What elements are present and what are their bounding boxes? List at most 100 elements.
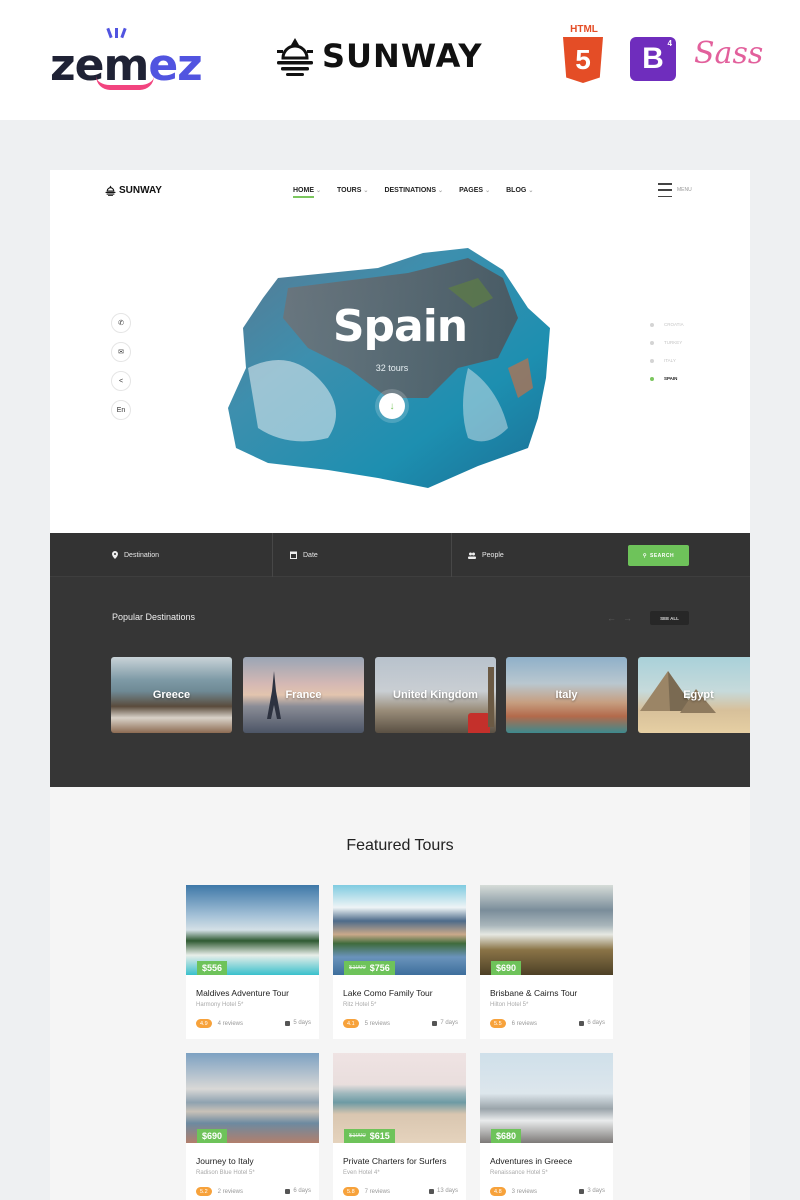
tour-duration: 3 days (579, 1188, 605, 1194)
review-count[interactable]: 2 reviews (218, 1189, 243, 1195)
rating-badge: 4.9 (196, 1019, 212, 1028)
search-button[interactable]: ⚲ SEARCH (628, 545, 689, 566)
featured-tours: Featured Tours $556 Maldives Adventure T… (50, 787, 750, 1200)
hamburger-icon (658, 183, 672, 197)
tour-duration: 7 days (432, 1020, 458, 1026)
people-icon (468, 552, 476, 559)
tour-card[interactable]: $690 Brisbane & Cairns Tour Hilton Hotel… (480, 885, 613, 1039)
hero-slider-nav: CROATIA TURKEY ITALY SPAIN (650, 322, 684, 381)
arrow-left-icon[interactable]: ← (607, 613, 616, 623)
language-icon: En (116, 406, 126, 414)
nav-home[interactable]: HOME ⌄ (293, 187, 321, 198)
sunway-sun-icon (277, 38, 313, 76)
nav-tours[interactable]: TOURS ⌄ (337, 187, 368, 198)
destination-card[interactable]: Greece (111, 657, 232, 733)
tour-duration: 5 days (285, 1020, 311, 1026)
calendar-icon (432, 1020, 438, 1026)
hotel-name: Even Hotel 4* (343, 1170, 380, 1176)
chevron-down-icon: ⌄ (438, 188, 444, 194)
promo-banner: zemez SUNWAY HTML 5 B4 Sass (0, 0, 800, 120)
calendar-icon (290, 551, 297, 559)
search-divider (451, 533, 452, 577)
hero-title: Spain (332, 301, 468, 352)
see-all-button[interactable]: SEE ALL (650, 611, 689, 625)
rating-badge: 5.2 (196, 1187, 212, 1196)
destination-card[interactable]: Egypt (638, 657, 750, 733)
nav-links: HOME ⌄ TOURS ⌄ DESTINATIONS ⌄ PAGES ⌄ BLOG ⌄ (293, 187, 533, 198)
destination-card[interactable]: Italy (506, 657, 627, 733)
slide-dot-icon (650, 376, 654, 381)
price-tag: $1000 $756 (344, 961, 395, 975)
search-divider (272, 533, 273, 577)
tour-card[interactable]: $556 Maldives Adventure Tour Harmony Hot… (186, 885, 319, 1039)
sass-logo: Sass (694, 36, 764, 71)
search-bar: Destination Date People ⚲ SEARCH (50, 533, 750, 577)
arrow-right-icon[interactable]: → (623, 613, 632, 623)
slide-turkey[interactable]: TURKEY (650, 340, 684, 345)
price-tag: $1000 $615 (344, 1129, 395, 1143)
people-field[interactable]: People (468, 533, 504, 577)
calendar-icon (579, 1020, 585, 1026)
destination-field[interactable]: Destination (112, 533, 159, 577)
hotel-name: Harmony Hotel 5* (196, 1002, 244, 1008)
tour-card[interactable]: $1000 $756 Lake Como Family Tour Ritz Hot… (333, 885, 466, 1039)
site-logo[interactable]: SUNWAY (105, 185, 162, 196)
slide-croatia[interactable]: CROATIA (650, 322, 684, 327)
slide-italy[interactable]: ITALY (650, 358, 684, 363)
rating-badge: 5.8 (343, 1187, 359, 1196)
review-count[interactable]: 4 reviews (218, 1021, 243, 1027)
rating-badge: 4.8 (490, 1187, 506, 1196)
tour-card[interactable]: $690 Journey to Italy Radison Blue Hotel… (186, 1053, 319, 1200)
sunway-brand-logo: SUNWAY (276, 36, 483, 76)
tour-title: Journey to Italy (196, 1156, 254, 1166)
slide-dot-icon (650, 322, 654, 327)
calendar-icon (285, 1188, 291, 1194)
nav-pages[interactable]: PAGES ⌄ (459, 187, 490, 198)
slide-dot-icon (650, 358, 654, 363)
calendar-icon (579, 1188, 585, 1194)
hotel-name: Radison Blue Hotel 5* (196, 1170, 255, 1176)
hotel-name: Hilton Hotel 5* (490, 1002, 529, 1008)
scroll-down-button[interactable]: ↓ (379, 393, 405, 419)
date-field[interactable]: Date (290, 533, 318, 577)
share-button[interactable]: < (111, 371, 131, 391)
review-count[interactable]: 5 reviews (365, 1021, 390, 1027)
tour-duration: 13 days (428, 1188, 458, 1194)
popular-destinations: Popular Destinations ← → SEE ALL Greece … (50, 577, 750, 787)
review-count[interactable]: 3 reviews (512, 1189, 537, 1195)
chevron-down-icon: ⌄ (363, 188, 369, 194)
destination-card[interactable]: France (243, 657, 364, 733)
carousel-arrows: ← → (607, 613, 632, 623)
slide-spain[interactable]: SPAIN (650, 376, 684, 381)
price-tag: $690 (491, 961, 522, 975)
nav-destinations[interactable]: DESTINATIONS ⌄ (384, 187, 443, 198)
tour-card[interactable]: $680 Adventures in Greece Renaissance Ho… (480, 1053, 613, 1200)
price-tag: $556 (197, 961, 228, 975)
price-tag: $680 (491, 1129, 522, 1143)
calendar-icon (428, 1188, 434, 1194)
html5-logo: HTML 5 (563, 24, 605, 84)
hotel-name: Renaissance Hotel 5* (490, 1170, 548, 1176)
slide-dot-icon (650, 340, 654, 345)
tour-title: Brisbane & Cairns Tour (490, 988, 578, 998)
nav-blog[interactable]: BLOG ⌄ (506, 187, 533, 198)
location-pin-icon (112, 551, 118, 559)
main-nav: SUNWAY HOME ⌄ TOURS ⌄ DESTINATIONS ⌄ PAGES ⌄… (50, 170, 750, 215)
review-count[interactable]: 6 reviews (512, 1021, 537, 1027)
review-count[interactable]: 7 reviews (365, 1189, 390, 1195)
language-button[interactable]: En (111, 400, 131, 420)
zemes-smile-icon (96, 76, 154, 90)
tour-duration: 6 days (285, 1188, 311, 1194)
bootstrap-logo: B4 (630, 37, 676, 81)
chevron-down-icon: ⌄ (485, 188, 491, 194)
tour-card[interactable]: $1000 $615 Private Charters for Surfers E… (333, 1053, 466, 1200)
destination-card[interactable]: United Kingdom (375, 657, 496, 733)
section-title: Featured Tours (346, 837, 454, 854)
hotel-name: Ritz Hotel 5* (343, 1002, 377, 1008)
site-preview: SUNWAY HOME ⌄ TOURS ⌄ DESTINATIONS ⌄ PAGES ⌄… (50, 170, 750, 1200)
tour-title: Adventures in Greece (490, 1156, 573, 1166)
tour-title: Maldives Adventure Tour (196, 988, 289, 998)
menu-toggle[interactable]: MENU (658, 183, 692, 197)
sun-logo-icon (105, 185, 116, 196)
hero-section: ✆ ✉ < En Spain 32 tours ↓ CROATIA TURKEY… (50, 215, 750, 533)
